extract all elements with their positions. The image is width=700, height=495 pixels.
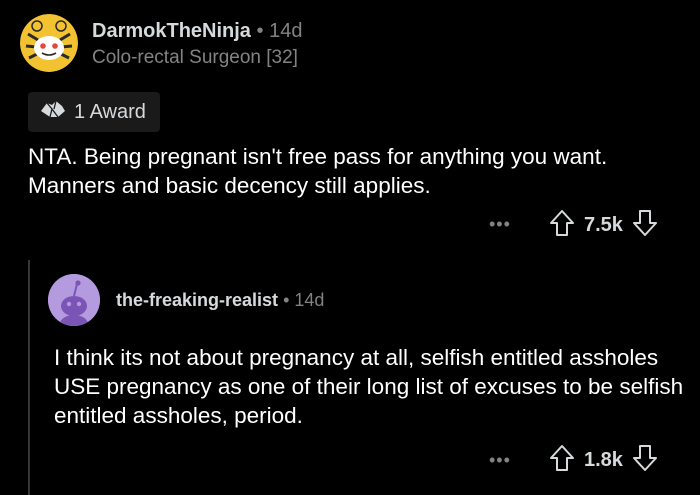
upvote-icon[interactable] <box>548 208 576 243</box>
reply-body: I think its not about pregnancy at all, … <box>54 345 684 428</box>
comment-body: NTA. Being pregnant isn't free pass for … <box>28 144 608 198</box>
upvote-icon[interactable] <box>548 443 576 478</box>
meta-separator: • <box>256 20 264 42</box>
award-badge[interactable]: 1 Award <box>28 92 160 132</box>
reply-more-options-button[interactable]: ••• <box>489 450 511 471</box>
comment-author-line: DarmokTheNinja • 14d <box>92 20 302 43</box>
tiger-snoo-avatar-icon <box>20 14 78 72</box>
vote-score: 7.5k <box>584 214 623 236</box>
award-count-label: 1 Award <box>74 100 146 123</box>
reply-age: 14d <box>294 290 325 310</box>
reply-author-line: the-freaking-realist • 14d <box>116 290 324 311</box>
user-avatar[interactable] <box>20 14 78 72</box>
default-snoo-avatar-icon <box>48 274 100 326</box>
comment-vote-bar: 7.5k <box>548 208 659 243</box>
vote-score: 1.8k <box>584 449 623 471</box>
meta-separator: • <box>283 290 290 310</box>
thread-line[interactable] <box>28 260 30 495</box>
comment-age: 14d <box>269 20 303 42</box>
reply-user-avatar[interactable] <box>48 274 100 326</box>
reply-vote-bar: 1.8k <box>548 443 659 478</box>
reply-username[interactable]: the-freaking-realist <box>116 290 278 310</box>
downvote-icon[interactable] <box>631 443 659 478</box>
comment-username[interactable]: DarmokTheNinja <box>92 20 251 42</box>
more-options-button[interactable]: ••• <box>489 214 511 235</box>
award-icon <box>38 97 68 127</box>
user-flair: Colo-rectal Surgeon [32] <box>92 47 298 68</box>
downvote-icon[interactable] <box>631 208 659 243</box>
